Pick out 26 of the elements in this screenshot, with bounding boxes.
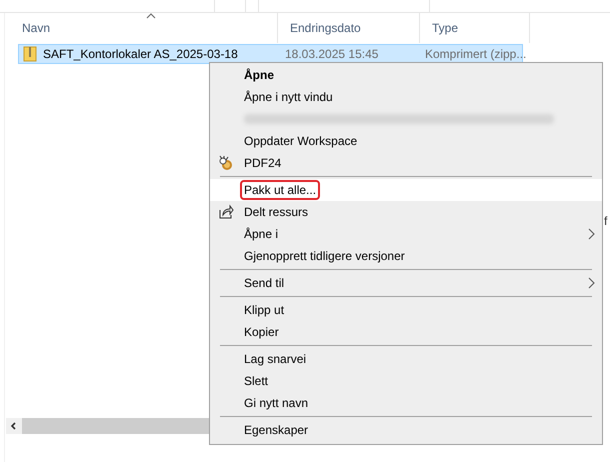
menu-item[interactable]: Gjenopprett tidligere versjoner — [210, 245, 602, 267]
background-text: f — [604, 214, 608, 228]
menu-item[interactable]: Oppdater Workspace — [210, 130, 602, 152]
menu-item[interactable]: Klipp ut — [210, 299, 602, 321]
scroll-left-button[interactable] — [6, 418, 22, 434]
menu-item[interactable]: Delt ressurs — [210, 201, 602, 223]
column-header[interactable]: Endringsdato — [278, 13, 420, 43]
menu-item[interactable]: Gi nytt navn — [210, 392, 602, 414]
menu-item[interactable]: Slett — [210, 370, 602, 392]
menu-item[interactable]: Egenskaper — [210, 419, 602, 441]
menu-item[interactable]: Send til — [210, 272, 602, 294]
file-row[interactable]: SAFT_Kontorlokaler AS_2025-03-18 18.03.2025 15:45 Komprimert (zipp... — [18, 44, 523, 64]
column-header[interactable]: Navn — [10, 13, 278, 43]
menu-item[interactable]: Åpne i — [210, 223, 602, 245]
menu-item[interactable]: Kopier — [210, 321, 602, 343]
file-cell: SAFT_Kontorlokaler AS_2025-03-18 — [43, 47, 238, 61]
menu-item[interactable]: Lag snarvei — [210, 348, 602, 370]
bee-icon — [218, 155, 234, 171]
menu-item[interactable]: Åpne — [210, 64, 602, 86]
column-header[interactable]: Type — [420, 13, 530, 43]
menu-item[interactable]: Pakk ut alle... — [210, 179, 602, 201]
zip-folder-icon — [23, 46, 37, 62]
menu-item[interactable]: PDF24 — [210, 152, 602, 174]
file-cell: 18.03.2025 15:45 — [285, 47, 378, 61]
menu-item[interactable]: Åpne i nytt vindu — [210, 86, 602, 108]
share-icon — [218, 204, 234, 220]
